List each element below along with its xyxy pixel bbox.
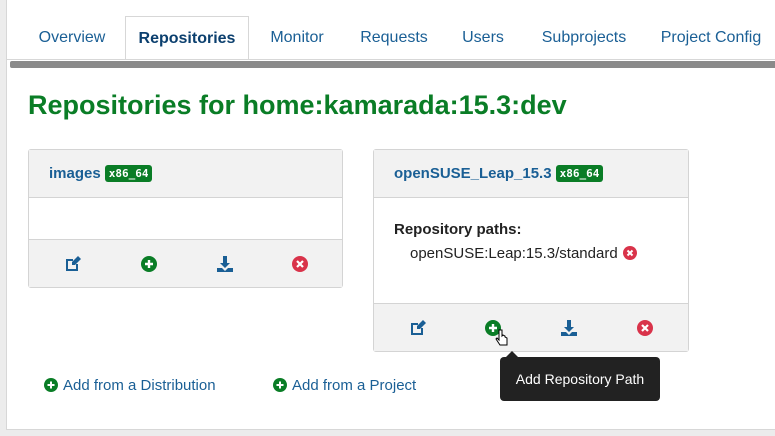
repository-name-link[interactable]: openSUSE_Leap_15.3: [394, 165, 552, 182]
tab-subprojects[interactable]: Subprojects: [529, 16, 639, 60]
tab-monitor[interactable]: Monitor: [255, 16, 339, 60]
tab-repositories[interactable]: Repositories: [125, 16, 249, 60]
tab-divider: [7, 59, 775, 60]
plus-circle-icon[interactable]: [139, 254, 159, 274]
arch-badge: x86_64: [104, 165, 153, 182]
hand-cursor-icon: [495, 329, 508, 346]
delete-circle-icon[interactable]: [290, 254, 310, 274]
download-icon[interactable]: [559, 318, 579, 338]
delete-circle-icon[interactable]: [635, 318, 655, 338]
repository-card-actions: [374, 303, 688, 351]
page-frame: Overview Repositories Monitor Requests U…: [6, 0, 775, 430]
repository-name: openSUSE_Leap_15.3 x86_64: [394, 165, 604, 182]
add-from-project-link[interactable]: Add from a Project: [272, 377, 416, 394]
add-from-distribution-link[interactable]: Add from a Distribution: [43, 377, 216, 394]
page-title: Repositories for home:kamarada:15.3:dev: [28, 90, 567, 120]
add-from-project-label: Add from a Project: [292, 377, 417, 394]
repository-card-images: images x86_64: [28, 149, 343, 288]
download-icon[interactable]: [215, 254, 235, 274]
tab-overview[interactable]: Overview: [25, 16, 119, 60]
tab-requests[interactable]: Requests: [351, 16, 437, 60]
tab-project-config[interactable]: Project Config: [651, 16, 771, 60]
repository-name: images x86_64: [49, 165, 153, 182]
repository-card-header: images x86_64: [29, 150, 342, 198]
repository-card-opensuse-leap: openSUSE_Leap_15.3 x86_64 Repository path…: [373, 149, 689, 352]
tooltip: Add Repository Path: [500, 351, 660, 401]
plus-circle-icon: [273, 378, 287, 392]
repository-card-actions: [29, 239, 342, 287]
repository-paths-label: Repository paths:: [394, 221, 522, 238]
add-from-distribution-label: Add from a Distribution: [63, 377, 216, 394]
tab-users[interactable]: Users: [449, 16, 517, 60]
repository-path-item: openSUSE:Leap:15.3/standard: [410, 245, 638, 265]
edit-icon[interactable]: [63, 254, 83, 274]
arch-badge: x86_64: [555, 165, 604, 182]
remove-path-icon[interactable]: [622, 245, 638, 265]
project-tabs: Overview Repositories Monitor Requests U…: [7, 16, 775, 60]
plus-circle-icon: [44, 378, 58, 392]
repository-card-header: openSUSE_Leap_15.3 x86_64: [374, 150, 688, 198]
repository-path-text: openSUSE:Leap:15.3/standard: [410, 245, 618, 262]
repository-name-link[interactable]: images: [49, 165, 101, 182]
horizontal-scrollbar[interactable]: [10, 61, 775, 68]
edit-icon[interactable]: [408, 318, 428, 338]
